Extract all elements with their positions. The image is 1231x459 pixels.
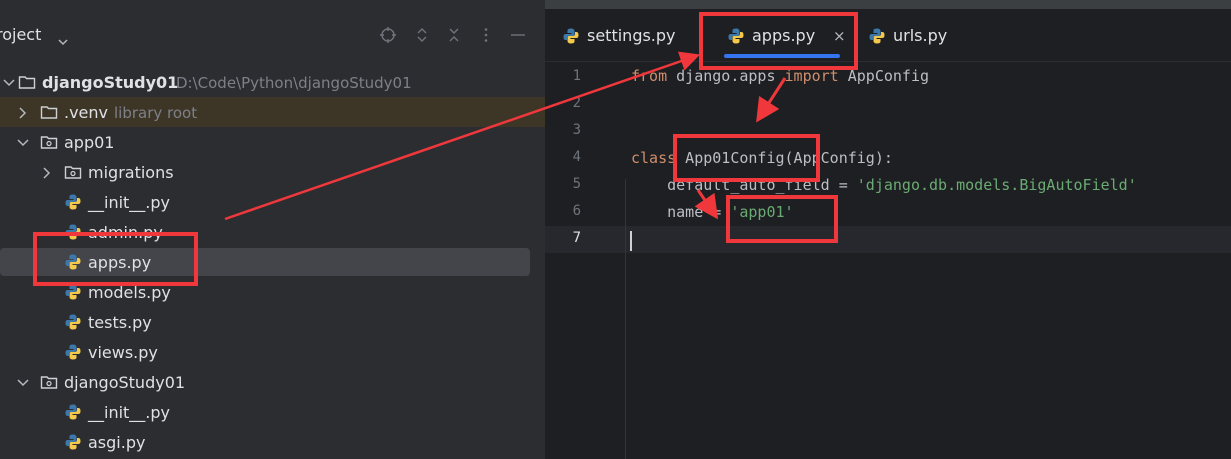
- current-line-highlight: [545, 226, 1231, 253]
- tree-item-root-project[interactable]: djangoStudy01 D:\Code\Python\djangoStudy…: [0, 67, 545, 97]
- line-number: 3: [572, 122, 581, 138]
- folder-icon: [40, 103, 58, 121]
- python-file-icon: [64, 193, 82, 211]
- package-folder-icon: [40, 133, 58, 151]
- tab-urls[interactable]: urls.py: [855, 9, 965, 61]
- code-keyword: from: [631, 67, 668, 85]
- chevron-down-icon[interactable]: [58, 31, 68, 46]
- tree-item-label: asgi.py: [88, 433, 146, 452]
- tree-item-app01[interactable]: app01: [0, 127, 545, 157]
- tree-item-init-project[interactable]: __init__.py: [0, 397, 545, 427]
- annotation-box-class-name: [673, 134, 820, 182]
- package-folder-icon: [64, 163, 82, 181]
- project-panel-title[interactable]: roject: [0, 25, 41, 44]
- indent-guide: [625, 179, 626, 459]
- tree-item-hint: library root: [114, 104, 198, 122]
- python-file-icon: [64, 403, 82, 421]
- annotation-box-app-name: [726, 195, 838, 243]
- tree-item-init-app01[interactable]: __init__.py: [0, 187, 545, 217]
- folder-icon: [18, 73, 36, 91]
- chevron-down-icon[interactable]: [16, 375, 30, 389]
- editor-tab-bar: settings.py apps.py × urls.py: [545, 9, 1231, 62]
- code-string: 'django.db.models.BigAutoField': [856, 176, 1137, 194]
- locate-icon[interactable]: [379, 26, 397, 44]
- python-file-icon: [64, 313, 82, 331]
- tree-item-djangostudy01-package[interactable]: djangoStudy01: [0, 367, 545, 397]
- chevron-down-icon[interactable]: [16, 135, 30, 149]
- chevron-down-icon[interactable]: [2, 75, 16, 89]
- minimize-icon[interactable]: [509, 26, 527, 44]
- line-number: 7: [572, 230, 581, 246]
- python-file-icon: [562, 27, 580, 45]
- tree-item-label: migrations: [88, 163, 174, 182]
- python-file-icon: [64, 343, 82, 361]
- code-keyword: class: [631, 149, 677, 167]
- line-number: 5: [572, 176, 581, 192]
- python-file-icon: [868, 27, 886, 45]
- top-strip: [0, 0, 1231, 9]
- text-caret: [630, 231, 632, 251]
- tree-item-path: D:\Code\Python\djangoStudy01: [176, 74, 412, 92]
- tab-settings[interactable]: settings.py: [545, 9, 695, 61]
- python-file-icon: [64, 433, 82, 451]
- line-number: 1: [572, 68, 581, 84]
- tree-item-label: views.py: [88, 343, 158, 362]
- tree-item-asgi[interactable]: asgi.py: [0, 427, 545, 457]
- tree-item-views[interactable]: views.py: [0, 337, 545, 367]
- tree-item-label: app01: [64, 133, 115, 152]
- chevron-right-icon[interactable]: [16, 105, 30, 119]
- more-options-icon[interactable]: [477, 26, 495, 44]
- line-number: 6: [572, 203, 581, 219]
- tree-item-migrations[interactable]: migrations: [0, 157, 545, 187]
- tree-item-label: __init__.py: [88, 403, 171, 422]
- collapse-all-icon[interactable]: [445, 26, 463, 44]
- expand-all-icon[interactable]: [413, 26, 431, 44]
- line-number: 2: [572, 95, 581, 111]
- tab-label: urls.py: [893, 26, 948, 45]
- package-folder-icon: [40, 373, 58, 391]
- project-panel-header: roject: [0, 9, 545, 63]
- annotation-box-apps-file: [33, 232, 198, 286]
- code-text: name =: [631, 203, 731, 221]
- tree-item-label: djangoStudy01: [64, 373, 186, 392]
- tree-item-label: tests.py: [88, 313, 152, 332]
- tree-item-label: .venv: [64, 103, 109, 122]
- tree-item-label: djangoStudy01: [42, 73, 179, 92]
- tree-item-label: __init__.py: [88, 193, 171, 212]
- chevron-right-icon[interactable]: [40, 165, 54, 179]
- tree-item-tests[interactable]: tests.py: [0, 307, 545, 337]
- line-number: 4: [572, 149, 581, 165]
- annotation-box-apps-tab: [699, 12, 858, 70]
- tree-item-venv[interactable]: .venv library root: [0, 97, 545, 127]
- code-editor: settings.py apps.py × urls.py 1 2 3 4 5 …: [545, 9, 1231, 459]
- tab-label: settings.py: [587, 26, 676, 45]
